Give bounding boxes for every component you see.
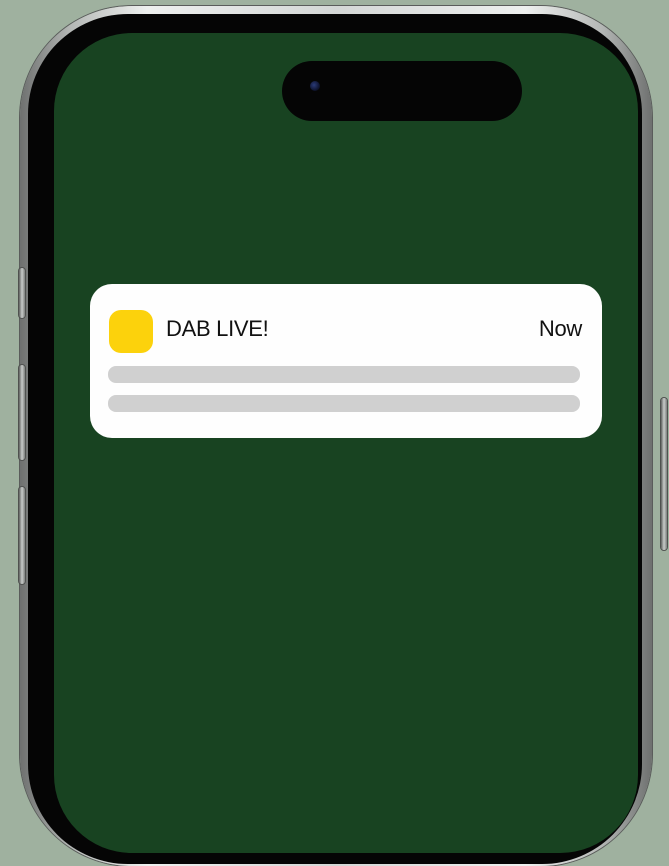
app-icon (109, 310, 153, 353)
notification-app-name: DAB LIVE! (166, 316, 269, 341)
notification-time: Now (538, 316, 582, 341)
volume-up-button (19, 365, 25, 460)
volume-down-button (19, 487, 25, 584)
power-button (661, 398, 667, 550)
phone-screen (54, 33, 638, 853)
notification-text-placeholder (108, 366, 580, 383)
silent-switch (19, 268, 25, 318)
notification-text-placeholder (108, 395, 580, 412)
notification-banner[interactable]: DAB LIVE! Now (90, 284, 602, 438)
dynamic-island (282, 61, 522, 121)
camera-icon (310, 81, 320, 91)
